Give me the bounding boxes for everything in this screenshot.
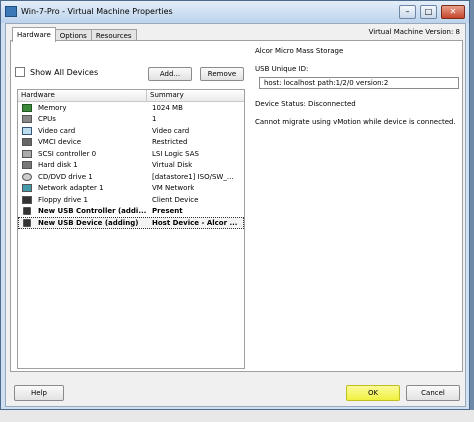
- table-row[interactable]: CPUs 1: [18, 114, 244, 126]
- table-header: Hardware Summary: [18, 90, 244, 102]
- table-row[interactable]: Memory 1024 MB: [18, 102, 244, 114]
- row-summary-cell: 1: [152, 115, 157, 124]
- row-summary-cell: VM Network: [152, 184, 195, 193]
- table-row[interactable]: VMCI device Restricted: [18, 137, 244, 149]
- row-hardware-name: CD/DVD drive 1: [38, 172, 93, 181]
- vm-window-icon: [5, 6, 17, 17]
- usb-icon: [23, 207, 31, 216]
- background-desktop-strip: [0, 410, 474, 422]
- row-hardware-name: SCSI controller 0: [38, 149, 97, 158]
- device-status: Device Status: Disconnected: [255, 100, 356, 108]
- row-hardware-name: Floppy drive 1: [38, 195, 88, 204]
- cancel-button[interactable]: Cancel: [406, 385, 460, 401]
- table-row[interactable]: SCSI controller 0 LSI Logic SAS: [18, 148, 244, 160]
- vmci-icon: [22, 138, 32, 147]
- cpu-icon: [22, 115, 32, 124]
- vm-version-label: Virtual Machine Version: 8: [368, 28, 460, 36]
- row-hardware-name: Hard disk 1: [38, 161, 78, 170]
- row-summary-cell: LSI Logic SAS: [152, 149, 199, 158]
- row-hardware-name: New USB Device (adding): [38, 218, 139, 227]
- row-hardware-name: VMCI device: [38, 138, 81, 147]
- row-hardware-name: Video card: [38, 126, 76, 135]
- table-row[interactable]: Hard disk 1 Virtual Disk: [18, 160, 244, 172]
- close-button[interactable]: ✕: [441, 5, 465, 19]
- row-hardware-cell: CD/DVD drive 1: [18, 172, 152, 181]
- row-hardware-cell: Video card: [18, 126, 152, 135]
- row-summary-cell: Restricted: [152, 138, 188, 147]
- usb-unique-id-field[interactable]: host: localhost path:1/2/0 version:2: [259, 77, 459, 89]
- title-bar[interactable]: Win-7-Pro - Virtual Machine Properties –…: [1, 1, 469, 23]
- vmotion-note: Cannot migrate using vMotion while devic…: [255, 118, 456, 126]
- help-button[interactable]: Help: [14, 385, 64, 401]
- column-header-summary[interactable]: Summary: [147, 90, 184, 101]
- floppy-icon: [22, 195, 32, 204]
- row-hardware-cell: New USB Device (adding): [18, 218, 152, 227]
- tab-hardware[interactable]: Hardware: [12, 27, 56, 42]
- properties-window: Win-7-Pro - Virtual Machine Properties –…: [0, 0, 470, 410]
- maximize-button[interactable]: □: [420, 5, 437, 19]
- show-all-devices-checkbox[interactable]: [15, 67, 25, 77]
- row-hardware-name: CPUs: [38, 115, 56, 124]
- scsi-controller-icon: [22, 149, 32, 158]
- row-hardware-name: Network adapter 1: [38, 184, 104, 193]
- network-adapter-icon: [22, 184, 32, 193]
- row-hardware-cell: CPUs: [18, 115, 152, 124]
- row-summary-cell: [datastore1] ISO/SW_...: [152, 172, 234, 181]
- row-hardware-cell: Floppy drive 1: [18, 195, 152, 204]
- hardware-panel: Show All Devices Add... Remove Hardware …: [10, 40, 463, 372]
- tab-strip: Hardware Options Resources: [12, 27, 137, 42]
- add-button[interactable]: Add...: [148, 67, 192, 81]
- row-summary-cell: Virtual Disk: [152, 161, 193, 170]
- row-hardware-cell: Hard disk 1: [18, 161, 152, 170]
- table-row[interactable]: Network adapter 1 VM Network: [18, 183, 244, 195]
- row-hardware-name: Memory: [38, 103, 67, 112]
- device-title: Alcor Micro Mass Storage: [255, 47, 344, 55]
- dialog-client-area: Hardware Options Resources Virtual Machi…: [5, 23, 466, 407]
- row-summary-cell: 1024 MB: [152, 103, 183, 112]
- show-all-devices-row[interactable]: Show All Devices: [15, 67, 98, 77]
- row-hardware-name: New USB Controller (addi...: [38, 207, 147, 216]
- hard-disk-icon: [22, 161, 32, 170]
- table-row[interactable]: Video card Video card: [18, 125, 244, 137]
- row-summary-cell: Host Device - Alcor ...: [152, 218, 238, 227]
- table-row[interactable]: CD/DVD drive 1 [datastore1] ISO/SW_...: [18, 171, 244, 183]
- row-hardware-cell: Network adapter 1: [18, 184, 152, 193]
- hardware-table: Hardware Summary Memory 1024 MB CPUs 1 Video…: [17, 89, 245, 369]
- row-hardware-cell: VMCI device: [18, 138, 152, 147]
- cd-dvd-icon: [22, 172, 32, 181]
- table-row[interactable]: New USB Controller (addi... Present: [18, 206, 244, 218]
- row-hardware-cell: SCSI controller 0: [18, 149, 152, 158]
- row-summary-cell: Client Device: [152, 195, 199, 204]
- table-row[interactable]: New USB Device (adding) Host Device - Alc…: [18, 217, 244, 229]
- row-hardware-cell: Memory: [18, 103, 152, 112]
- usb-unique-id-label: USB Unique ID:: [255, 65, 309, 73]
- show-all-devices-label: Show All Devices: [30, 67, 99, 77]
- row-summary-cell: Present: [152, 207, 183, 216]
- video-card-icon: [22, 126, 32, 135]
- table-body: Memory 1024 MB CPUs 1 Video card Video card VM…: [18, 102, 244, 229]
- row-summary-cell: Video card: [152, 126, 190, 135]
- ok-button[interactable]: OK: [346, 385, 400, 401]
- minimize-button[interactable]: –: [399, 5, 416, 19]
- memory-icon: [22, 103, 32, 112]
- column-header-hardware[interactable]: Hardware: [18, 90, 147, 101]
- window-title: Win-7-Pro - Virtual Machine Properties: [21, 7, 173, 16]
- row-hardware-cell: New USB Controller (addi...: [18, 207, 152, 216]
- table-row[interactable]: Floppy drive 1 Client Device: [18, 194, 244, 206]
- remove-button[interactable]: Remove: [200, 67, 244, 81]
- usb-icon: [23, 218, 31, 227]
